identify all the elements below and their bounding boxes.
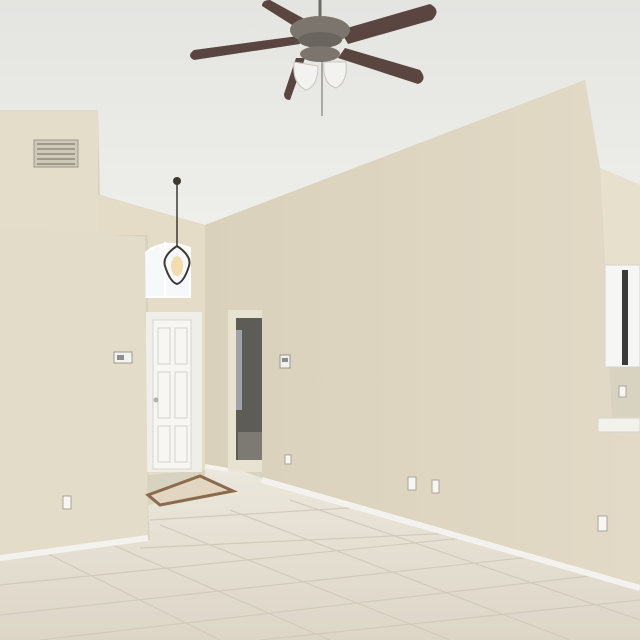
thermostat-screen <box>282 358 288 362</box>
outlet <box>618 385 627 398</box>
pendant-bulb <box>171 256 183 276</box>
outlet <box>597 515 608 532</box>
left-foreground-wall <box>0 228 148 560</box>
upper-left-wall <box>0 110 98 235</box>
pendant-canopy <box>173 177 181 185</box>
hallway-floor <box>238 432 262 460</box>
fan-light-kit <box>300 46 340 62</box>
fan-motor-trim <box>298 32 342 48</box>
room-scene <box>0 0 640 640</box>
right-return-wall <box>600 168 640 265</box>
outlet <box>62 495 72 510</box>
counter-ledge <box>597 417 640 433</box>
cabinet-gap <box>622 270 628 365</box>
front-door <box>152 319 192 470</box>
thermostat-screen <box>117 355 124 360</box>
outlet <box>284 454 292 465</box>
outlet <box>431 479 440 494</box>
door-knob <box>153 397 159 403</box>
outlet <box>407 476 417 491</box>
hallway-far-wall <box>236 330 242 410</box>
